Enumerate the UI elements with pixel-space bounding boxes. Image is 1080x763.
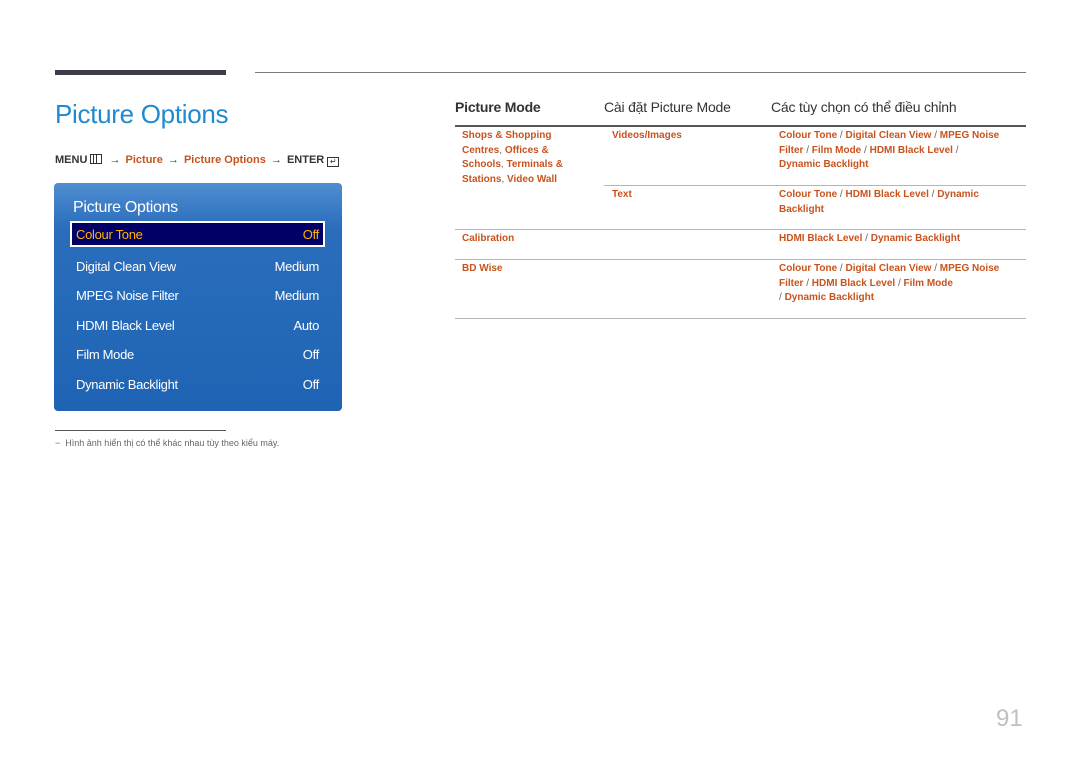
mode-text: Shops & Shopping <box>462 130 552 141</box>
header-accent-bar <box>55 70 226 75</box>
menu-item-label: HDMI Black Level <box>76 317 175 333</box>
column-header-options: Các tùy chọn có thể điều chỉnh <box>771 99 957 115</box>
separator: / <box>779 292 782 303</box>
table-row-rule <box>455 229 1026 230</box>
separator: / <box>934 130 937 141</box>
mode-text: Stations <box>462 173 502 185</box>
menu-item-label: Film Mode <box>76 346 134 362</box>
separator: / <box>864 144 867 156</box>
separator: / <box>934 263 937 274</box>
separator: / <box>839 263 843 274</box>
table-row-rule <box>455 259 1026 260</box>
menu-item-dynamic-backlight[interactable]: Dynamic Backlight Off <box>70 371 325 397</box>
option-text: Dynamic Backlight <box>784 292 875 303</box>
menu-item-value: Medium <box>274 258 320 274</box>
separator: / <box>955 144 959 156</box>
column-header-picture-mode: Picture Mode <box>455 99 541 115</box>
separator: / <box>806 277 810 289</box>
breadcrumb-picture-options[interactable]: Picture Options <box>184 154 266 166</box>
mode-text: Centres <box>462 144 500 156</box>
option-text: HDMI Black Level <box>845 189 929 200</box>
table-subrow-rule <box>604 185 1026 186</box>
option-text: Film Mode <box>903 277 953 289</box>
breadcrumb-arrow: → <box>167 154 179 166</box>
option-text: Colour Tone <box>779 263 838 274</box>
separator: / <box>897 277 901 289</box>
option-text: HDMI Black Level <box>811 277 896 289</box>
table-cell-options: Colour Tone / Digital Clean View / MPEG … <box>779 129 1019 173</box>
menu-item-digital-clean-view[interactable]: Digital Clean View Medium <box>70 253 325 279</box>
option-text: Colour Tone <box>779 189 838 200</box>
menu-item-colour-tone[interactable]: Colour Tone Off <box>70 221 325 247</box>
breadcrumb-arrow: → <box>109 154 121 166</box>
mode-text: Video Wall <box>507 173 558 185</box>
picture-options-menu: Picture Options Colour Tone Off Digital … <box>54 183 342 411</box>
page-number: 91 <box>996 705 1023 732</box>
separator: / <box>839 189 843 200</box>
footnote: − Hình ảnh hiển thị có thể khác nhau tùy… <box>55 438 279 448</box>
mode-text: Offices & <box>504 144 549 156</box>
footnote-text: Hình ảnh hiển thị có thể khác nhau tùy t… <box>65 438 280 448</box>
option-text: HDMI Black Level <box>779 233 863 244</box>
footnote-divider <box>55 430 226 431</box>
menu-item-label: Dynamic Backlight <box>76 376 178 392</box>
menu-icon <box>90 154 103 164</box>
option-text: Digital Clean View <box>845 130 932 141</box>
menu-item-film-mode[interactable]: Film Mode Off <box>70 341 325 367</box>
menu-item-label: Colour Tone <box>76 226 143 242</box>
mode-text: Terminals & <box>506 159 563 170</box>
option-text: HDMI Black Level <box>869 144 953 156</box>
enter-icon: ↵ <box>327 157 340 167</box>
separator: / <box>839 130 843 141</box>
table-cell-picture-mode: Shops & Shopping Centres, Offices & Scho… <box>462 130 563 185</box>
menu-title: Picture Options <box>73 199 178 216</box>
option-text: Dynamic Backlight <box>870 233 961 244</box>
menu-item-value: Medium <box>274 287 320 303</box>
breadcrumb-picture[interactable]: Picture <box>126 154 163 166</box>
page-title: Picture Options <box>55 99 229 129</box>
separator: / <box>931 189 935 200</box>
table-header-rule <box>455 125 1026 127</box>
table-cell-options: Colour Tone / HDMI Black Level / Dynamic… <box>779 188 1019 217</box>
menu-item-label: Digital Clean View <box>76 258 176 274</box>
table-cell-options: HDMI Black Level / Dynamic Backlight <box>779 232 1019 247</box>
breadcrumb-arrow: → <box>270 154 282 166</box>
menu-item-label: MPEG Noise Filter <box>76 287 179 303</box>
menu-item-value: Auto <box>293 317 319 333</box>
header-rule <box>255 72 1026 73</box>
footnote-dash: − <box>55 438 61 448</box>
table-cell-picture-mode: Calibration <box>462 233 515 244</box>
separator: / <box>806 144 810 156</box>
menu-item-value: Off <box>302 226 320 242</box>
table-bottom-rule <box>455 318 1026 319</box>
option-text: Dynamic Backlight <box>779 159 869 170</box>
breadcrumb: MENU → Picture → Picture Options → ENTER… <box>55 154 340 167</box>
option-text: Colour Tone <box>779 130 838 141</box>
menu-item-value: Off <box>302 376 320 392</box>
column-header-settings: Cài đặt Picture Mode <box>604 99 731 115</box>
table-cell-setting: Text <box>612 189 632 200</box>
table-cell-options: Colour Tone / Digital Clean View / MPEG … <box>779 262 1019 306</box>
menu-item-mpeg-noise-filter[interactable]: MPEG Noise Filter Medium <box>70 282 325 308</box>
separator: / <box>865 233 868 244</box>
breadcrumb-enter: ENTER <box>286 154 325 166</box>
menu-item-value: Off <box>302 346 320 362</box>
menu-item-hdmi-black-level[interactable]: HDMI Black Level Auto <box>70 312 325 338</box>
breadcrumb-menu: MENU <box>55 154 88 166</box>
option-text: Film Mode <box>811 144 862 156</box>
table-cell-setting: Videos/Images <box>612 130 682 141</box>
table-cell-picture-mode: BD Wise <box>462 263 503 274</box>
option-text: Digital Clean View <box>845 263 932 274</box>
mode-text: Schools <box>462 159 501 170</box>
